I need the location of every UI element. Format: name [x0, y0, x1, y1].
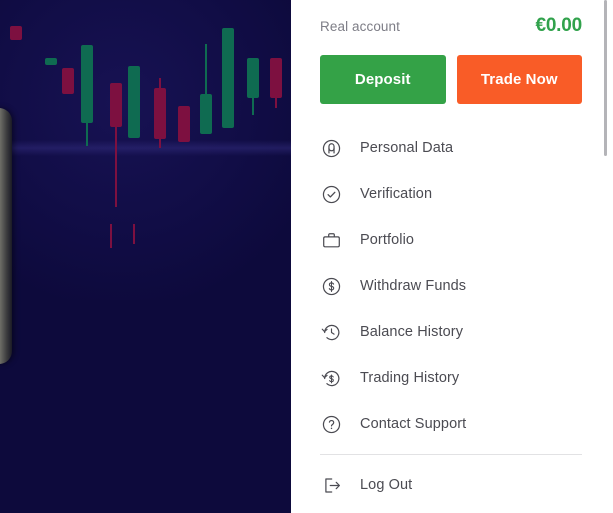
candle-body: [10, 26, 22, 40]
menu-item-verification[interactable]: Verification: [320, 171, 582, 217]
menu-item-balance-history[interactable]: Balance History: [320, 309, 582, 355]
menu-item-label: Log Out: [360, 477, 413, 493]
menu-divider: [320, 454, 582, 455]
promo-panel: [0, 0, 291, 513]
menu-item-label: Portfolio: [360, 232, 415, 248]
menu-item-trading-history[interactable]: Trading History: [320, 355, 582, 401]
phone-bezel-graphic: [0, 108, 12, 364]
candle-body: [200, 94, 212, 134]
check-circle-icon: [320, 183, 342, 205]
deposit-button[interactable]: Deposit: [320, 55, 446, 104]
menu-item-withdraw-funds[interactable]: Withdraw Funds: [320, 263, 582, 309]
account-panel: Real account €0.00 Deposit Trade Now Per…: [291, 0, 613, 513]
briefcase-icon: [320, 229, 342, 251]
candle-body: [270, 58, 282, 98]
candle-body: [110, 83, 122, 127]
account-menu: Personal Data Verification Portfolio Wit…: [320, 125, 582, 508]
menu-item-label: Verification: [360, 186, 433, 202]
menu-item-label: Personal Data: [360, 140, 454, 156]
candlestick-chart: [0, 0, 291, 260]
candle-body: [154, 88, 166, 139]
trade-now-button[interactable]: Trade Now: [456, 55, 582, 104]
candle-body: [222, 28, 234, 128]
dollar-circle-icon: [320, 275, 342, 297]
account-balance-value: €0.00: [535, 15, 582, 36]
menu-item-contact-support[interactable]: Contact Support: [320, 401, 582, 447]
candle-wick: [133, 224, 135, 244]
account-header: Real account €0.00: [320, 15, 582, 37]
menu-item-log-out[interactable]: Log Out: [320, 462, 582, 508]
candle-wick: [110, 224, 112, 248]
user-circle-icon: [320, 137, 342, 159]
page-scrollbar-thumb[interactable]: [604, 0, 607, 156]
candle-body: [45, 58, 57, 65]
menu-item-label: Balance History: [360, 324, 464, 340]
candle-body: [62, 68, 74, 94]
candle-body: [81, 45, 93, 123]
menu-item-label: Contact Support: [360, 416, 467, 432]
menu-item-personal-data[interactable]: Personal Data: [320, 125, 582, 171]
account-menu-screen: Real account €0.00 Deposit Trade Now Per…: [0, 0, 613, 513]
menu-item-label: Trading History: [360, 370, 460, 386]
candle-body: [128, 66, 140, 138]
account-type-label: Real account: [320, 18, 400, 34]
question-circle-icon: [320, 413, 342, 435]
account-action-buttons: Deposit Trade Now: [320, 55, 582, 104]
candle-body: [178, 106, 190, 142]
candle-body: [247, 58, 259, 98]
menu-item-label: Withdraw Funds: [360, 278, 467, 294]
dollar-history-icon: [320, 367, 342, 389]
clock-history-icon: [320, 321, 342, 343]
page-scrollbar-track[interactable]: [604, 0, 610, 513]
menu-item-portfolio[interactable]: Portfolio: [320, 217, 582, 263]
logout-icon: [320, 474, 342, 496]
